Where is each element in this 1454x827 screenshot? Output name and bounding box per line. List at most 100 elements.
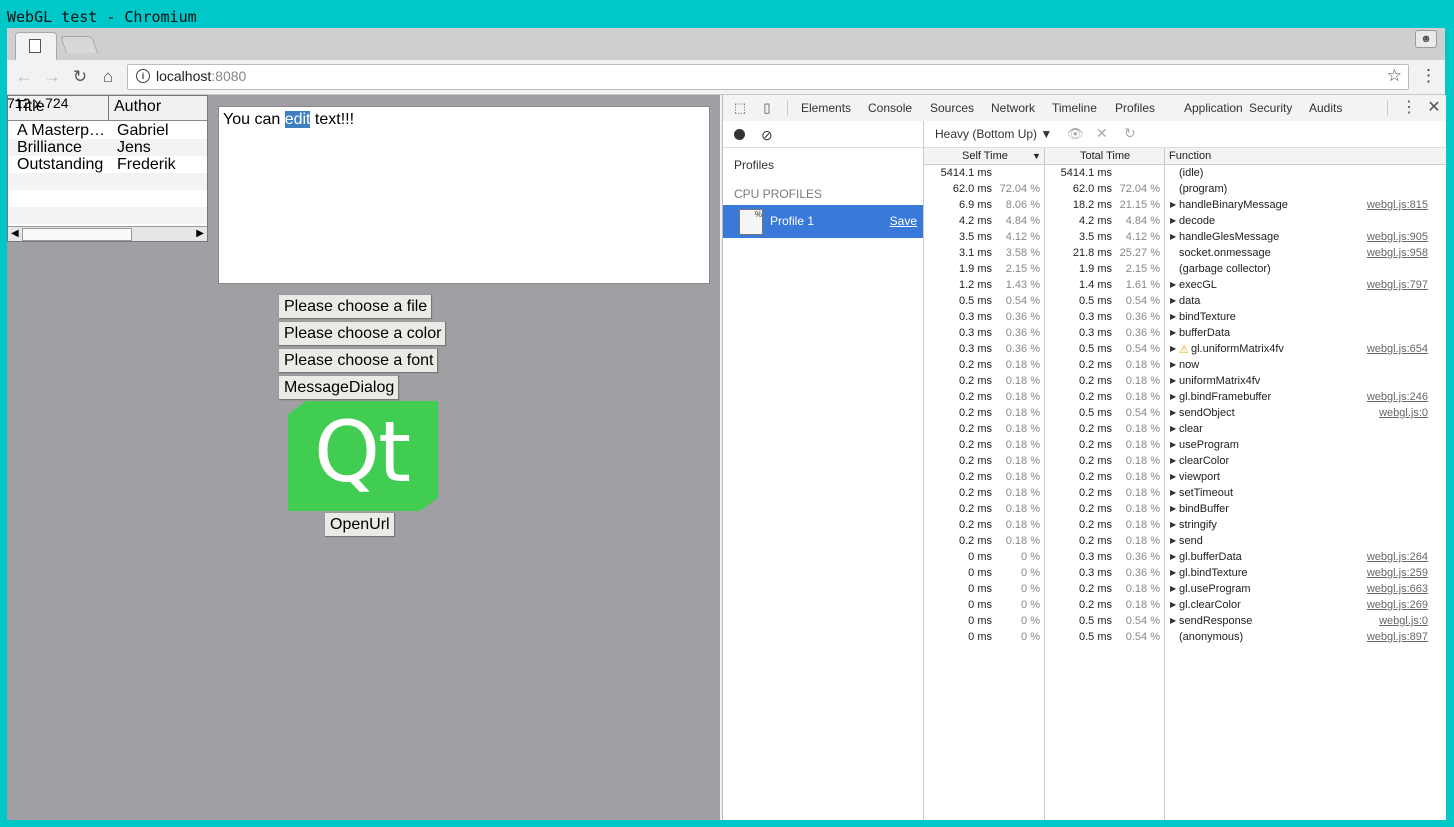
expand-arrow-icon[interactable]: ▶	[1170, 584, 1176, 593]
record-icon[interactable]	[734, 129, 745, 140]
expand-arrow-icon[interactable]: ▶	[1170, 440, 1176, 449]
expand-arrow-icon[interactable]: ▶	[1170, 216, 1176, 225]
tab-sources[interactable]: Sources	[930, 95, 974, 121]
profile-row[interactable]: 0.3 ms 0.36 % 0.5 ms 0.54 % ▶ ⚠ gl.uniformMatr…	[924, 341, 1446, 357]
expand-arrow-icon[interactable]: ▶	[1170, 456, 1176, 465]
expand-arrow-icon[interactable]: ▶	[1170, 376, 1176, 385]
tab-audits[interactable]: Audits	[1309, 95, 1342, 121]
expand-arrow-icon[interactable]: ▶	[1170, 616, 1176, 625]
expand-arrow-icon[interactable]: ▶	[1170, 360, 1176, 369]
tab-network[interactable]: Network	[991, 95, 1035, 121]
horizontal-scrollbar[interactable]: ◀ ▶	[8, 226, 207, 241]
scroll-right-icon[interactable]: ▶	[196, 227, 204, 241]
profile-row[interactable]: 4.2 ms 4.84 % 4.2 ms 4.84 % ▶ decode	[924, 213, 1446, 229]
expand-arrow-icon[interactable]: ▶	[1170, 392, 1176, 401]
source-link[interactable]: webgl.js:815	[1367, 199, 1428, 211]
source-link[interactable]: webgl.js:797	[1367, 279, 1428, 291]
profile-row[interactable]: 5414.1 ms 5414.1 ms (idle)	[924, 165, 1446, 181]
source-link[interactable]: webgl.js:259	[1367, 567, 1428, 579]
tab-elements[interactable]: Elements	[801, 95, 851, 121]
profile-row[interactable]: 0.2 ms 0.18 % 0.2 ms 0.18 % ▶ send	[924, 533, 1446, 549]
expand-arrow-icon[interactable]: ▶	[1170, 200, 1176, 209]
expand-arrow-icon[interactable]: ▶	[1170, 312, 1176, 321]
choose-font-button[interactable]: Please choose a font	[278, 348, 440, 374]
expand-arrow-icon[interactable]: ▶	[1170, 424, 1176, 433]
profile-row[interactable]: 0 ms 0 % 0.5 ms 0.54 % (anonymous) webgl.js:8…	[924, 629, 1446, 645]
new-tab-button[interactable]	[59, 36, 99, 53]
source-link[interactable]: webgl.js:264	[1367, 551, 1428, 563]
expand-arrow-icon[interactable]: ▶	[1170, 600, 1176, 609]
expand-arrow-icon[interactable]: ▶	[1170, 296, 1176, 305]
expand-arrow-icon[interactable]: ▶	[1170, 344, 1176, 353]
profile-row[interactable]: 0.2 ms 0.18 % 0.2 ms 0.18 % ▶ bindBuffer	[924, 501, 1446, 517]
profile-row[interactable]: 3.1 ms 3.58 % 21.8 ms 25.27 % socket.onmessa…	[924, 245, 1446, 261]
choose-file-button[interactable]: Please choose a file	[278, 294, 434, 320]
source-link[interactable]: webgl.js:269	[1367, 599, 1428, 611]
profile-row[interactable]: 0.2 ms 0.18 % 0.2 ms 0.18 % ▶ stringify	[924, 517, 1446, 533]
tab-application[interactable]: Application	[1184, 95, 1243, 121]
info-icon[interactable]: i	[136, 69, 150, 83]
restore-icon[interactable]: ↻	[1124, 125, 1136, 142]
star-icon[interactable]: ☆	[1387, 66, 1402, 86]
tab-console[interactable]: Console	[868, 95, 912, 121]
profile-row[interactable]: 0 ms 0 % 0.3 ms 0.36 % ▶ gl.bufferData webgl.j…	[924, 549, 1446, 565]
tab-timeline[interactable]: Timeline	[1052, 95, 1097, 121]
choose-color-button[interactable]: Please choose a color	[278, 321, 448, 347]
scroll-left-icon[interactable]: ◀	[11, 227, 19, 241]
profile-row[interactable]: 0.2 ms 0.18 % 0.2 ms 0.18 % ▶ setTimeout	[924, 485, 1446, 501]
source-link[interactable]: webgl.js:0	[1379, 615, 1428, 627]
scrollbar-thumb[interactable]	[22, 228, 132, 241]
expand-arrow-icon[interactable]: ▶	[1170, 504, 1176, 513]
expand-arrow-icon[interactable]: ▶	[1170, 536, 1176, 545]
expand-arrow-icon[interactable]: ▶	[1170, 280, 1176, 289]
source-link[interactable]: webgl.js:654	[1367, 343, 1428, 355]
inspect-element-icon[interactable]: ⬚	[732, 100, 748, 116]
tab-security[interactable]: Security	[1249, 95, 1292, 121]
browser-tab[interactable]	[15, 32, 57, 61]
message-dialog-button[interactable]: MessageDialog	[278, 375, 401, 401]
profile-row[interactable]: 0.2 ms 0.18 % 0.5 ms 0.54 % ▶ sendObject webgl…	[924, 405, 1446, 421]
source-link[interactable]: webgl.js:0	[1379, 407, 1428, 419]
source-link[interactable]: webgl.js:897	[1367, 631, 1428, 643]
reload-button[interactable]: ↻	[69, 66, 91, 88]
expand-arrow-icon[interactable]: ▶	[1170, 408, 1176, 417]
profile-icon[interactable]: ☻	[1415, 30, 1437, 48]
expand-arrow-icon[interactable]: ▶	[1170, 232, 1176, 241]
profile-row[interactable]: 0 ms 0 % 0.5 ms 0.54 % ▶ sendResponse webgl.js…	[924, 613, 1446, 629]
expand-arrow-icon[interactable]: ▶	[1170, 520, 1176, 529]
open-url-button[interactable]: OpenUrl	[324, 512, 396, 538]
profile-row[interactable]: 3.5 ms 4.12 % 3.5 ms 4.12 % ▶ handleGlesMessa…	[924, 229, 1446, 245]
profile-row[interactable]: 0.3 ms 0.36 % 0.3 ms 0.36 % ▶ bindTexture	[924, 309, 1446, 325]
back-button[interactable]: ←	[13, 66, 35, 88]
profile-row[interactable]: 1.9 ms 2.15 % 1.9 ms 2.15 % (garbage collect…	[924, 261, 1446, 277]
profile-row[interactable]: 6.9 ms 8.06 % 18.2 ms 21.15 % ▶ handleBinaryM…	[924, 197, 1446, 213]
table-view[interactable]: Title Author A Masterp… Gabriel Brillian…	[7, 95, 208, 242]
tab-profiles[interactable]: Profiles	[1115, 95, 1156, 123]
profile-row[interactable]: 0 ms 0 % 0.2 ms 0.18 % ▶ gl.clearColor webgl.j…	[924, 597, 1446, 613]
column-self-time[interactable]: Self Time	[962, 150, 1008, 162]
profile-row[interactable]: 0.2 ms 0.18 % 0.2 ms 0.18 % ▶ clearColor	[924, 453, 1446, 469]
address-bar[interactable]: i localhost:8080 ☆	[127, 64, 1409, 90]
exclude-icon[interactable]: ✕	[1096, 125, 1108, 142]
text-edit[interactable]: You can edit text!!!	[218, 106, 710, 284]
eye-icon[interactable]: 👁	[1067, 126, 1084, 142]
source-link[interactable]: webgl.js:905	[1367, 231, 1428, 243]
profile-row[interactable]: 0 ms 0 % 0.2 ms 0.18 % ▶ gl.useProgram webgl.j…	[924, 581, 1446, 597]
table-row[interactable]: A Masterp… Gabriel	[8, 122, 207, 139]
expand-arrow-icon[interactable]: ▶	[1170, 472, 1176, 481]
table-row[interactable]: Outstanding Frederik	[8, 156, 207, 173]
save-link[interactable]: Save	[890, 214, 917, 228]
profile-row[interactable]: 62.0 ms 72.04 % 62.0 ms 72.04 % (program)	[924, 181, 1446, 197]
source-link[interactable]: webgl.js:663	[1367, 583, 1428, 595]
profile-row[interactable]: 0.2 ms 0.18 % 0.2 ms 0.18 % ▶ viewport	[924, 469, 1446, 485]
vertical-dots-icon[interactable]: ⋮	[1420, 66, 1437, 86]
source-link[interactable]: webgl.js:246	[1367, 391, 1428, 403]
view-mode-select[interactable]: Heavy (Bottom Up) ▼	[935, 127, 1052, 141]
expand-arrow-icon[interactable]: ▶	[1170, 552, 1176, 561]
close-icon[interactable]: ✕	[1426, 100, 1442, 116]
header-author[interactable]: Author	[114, 98, 161, 116]
profile-row[interactable]: 0.2 ms 0.18 % 0.2 ms 0.18 % ▶ gl.bindFramebuf…	[924, 389, 1446, 405]
expand-arrow-icon[interactable]: ▶	[1170, 488, 1176, 497]
profile-row[interactable]: 0.2 ms 0.18 % 0.2 ms 0.18 % ▶ clear	[924, 421, 1446, 437]
expand-arrow-icon[interactable]: ▶	[1170, 328, 1176, 337]
